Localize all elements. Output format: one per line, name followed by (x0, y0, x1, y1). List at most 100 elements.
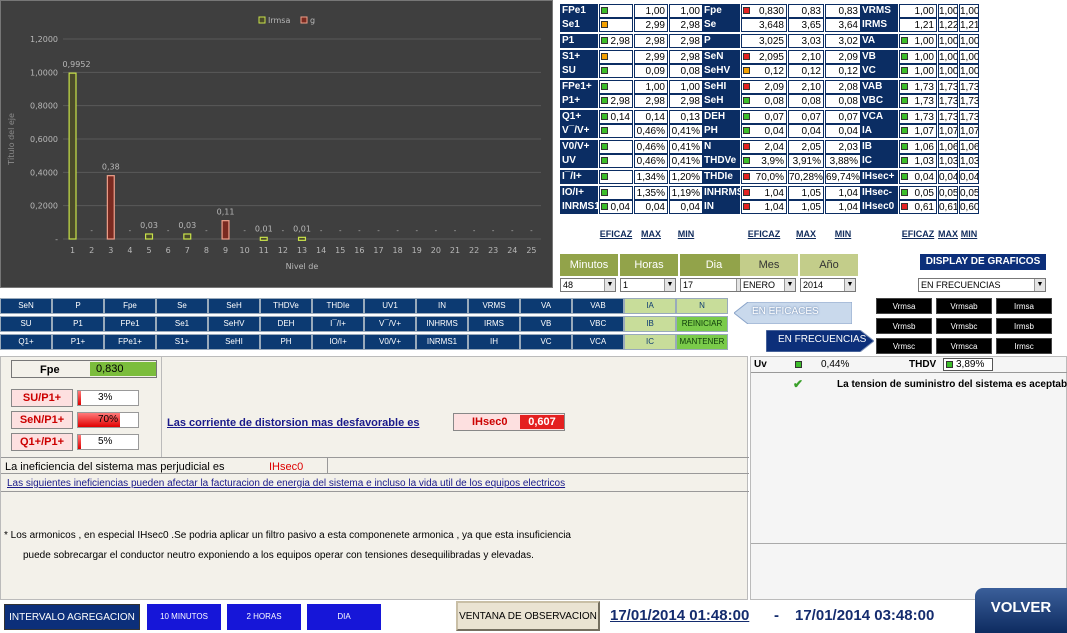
graph-button[interactable]: Vrmsbc (936, 318, 992, 334)
grid-button[interactable]: VA (520, 298, 572, 314)
grid-button[interactable]: Se1 (156, 316, 208, 332)
graph-button[interactable]: Irmsb (996, 318, 1052, 334)
grid-button[interactable]: IB (624, 316, 676, 332)
interval-day-button[interactable]: DIA (307, 604, 381, 630)
time-select[interactable]: 2014 ▼ (800, 278, 856, 292)
grid-button[interactable]: V¯/V+ (364, 316, 416, 332)
meas-value-text: 1,04 (764, 202, 784, 213)
volver-button[interactable]: VOLVER (975, 588, 1067, 633)
graph-button[interactable]: Vrmsca (936, 338, 992, 354)
grid-button[interactable]: IH (468, 334, 520, 350)
grid-button[interactable]: FPe1+ (104, 334, 156, 350)
meas-value-text: 2,04 (764, 142, 784, 153)
data-label: 0,03 (178, 221, 196, 230)
grid-button[interactable]: IC (624, 334, 676, 350)
graph-button[interactable]: Irmsc (996, 338, 1052, 354)
grid-button[interactable]: VC (520, 334, 572, 350)
meas-value: 0,05 (959, 186, 979, 200)
observation-window-button[interactable]: VENTANA DE OBSERVACION (456, 601, 600, 631)
graph-button[interactable]: Irmsa (996, 298, 1052, 314)
meas-value: 2,03 (825, 140, 861, 154)
time-select[interactable]: 48 ▼ (560, 278, 616, 292)
y-tick-label: 0,6000 (30, 135, 58, 144)
grid-button[interactable]: P1 (52, 316, 104, 332)
grid-button[interactable]: SU (0, 316, 52, 332)
grid-button[interactable]: DEH (260, 316, 312, 332)
graph-button[interactable]: Vrmsab (936, 298, 992, 314)
grid-button[interactable]: VRMS (468, 298, 520, 314)
meas-value: 1,06 (899, 140, 937, 154)
graph-button[interactable]: Vrmsa (876, 298, 932, 314)
grid-button[interactable]: THDVe (260, 298, 312, 314)
status-indicator-icon (601, 7, 608, 14)
meas-header: EFICAZ (747, 229, 781, 239)
grid-button[interactable]: REINICIAR (676, 316, 728, 332)
meas-value-text: 0,12 (764, 66, 784, 77)
distortion-text: Las corriente de distorsion mas desfavor… (167, 417, 420, 429)
time-label: Mes (740, 254, 798, 276)
grid-button[interactable]: Fpe (104, 298, 156, 314)
x-tick-label: 6 (166, 246, 171, 255)
meas-value: 0,07 (741, 110, 787, 124)
time-select-value: 1 (623, 280, 629, 290)
chevron-down-icon[interactable]: ▼ (844, 279, 855, 291)
grid-button[interactable]: S1+ (156, 334, 208, 350)
uv-value: 0,44% (821, 359, 850, 370)
meas-value: 0,12 (788, 64, 824, 78)
grid-button[interactable]: P1+ (52, 334, 104, 350)
meas-value: 1,73 (899, 110, 937, 124)
grid-button[interactable]: SeHI (208, 334, 260, 350)
grid-button[interactable]: INHRMS (416, 316, 468, 332)
meas-label: P1 (560, 34, 598, 48)
chevron-down-icon[interactable]: ▼ (604, 279, 615, 291)
chevron-down-icon[interactable]: ▼ (784, 279, 795, 291)
grid-button[interactable]: FPe1 (104, 316, 156, 332)
status-indicator-icon (601, 173, 608, 180)
grid-button[interactable]: VB (520, 316, 572, 332)
meas-value: 0,04 (899, 170, 937, 184)
meas-value: 1,73 (899, 80, 937, 94)
x-tick-label: 15 (335, 246, 345, 255)
chevron-down-icon[interactable]: ▼ (1034, 279, 1045, 291)
grid-button[interactable]: INRMS1 (416, 334, 468, 350)
grid-button[interactable]: IO/I+ (312, 334, 364, 350)
meas-label: SeHV (702, 64, 740, 78)
grid-button[interactable]: SeHV (208, 316, 260, 332)
grid-button[interactable]: VCA (572, 334, 624, 350)
grid-button[interactable]: UV1 (364, 298, 416, 314)
interval-10min-button[interactable]: 10 MINUTOS (147, 604, 221, 630)
meas-value: 1,00 (899, 34, 937, 48)
grid-button[interactable]: PH (260, 334, 312, 350)
grid-button[interactable]: THDIe (312, 298, 364, 314)
grid-button[interactable]: Q1+ (0, 334, 52, 350)
time-select[interactable]: 17▼ (680, 278, 748, 292)
meas-value: 0,41% (669, 124, 703, 138)
zero-marker: - (282, 227, 285, 235)
meas-label: Se (702, 18, 740, 32)
graph-button[interactable]: Vrmsb (876, 318, 932, 334)
grid-button[interactable]: P (52, 298, 104, 314)
ratio-label: SeN/P1+ (11, 411, 73, 429)
grid-button[interactable]: I¯/I+ (312, 316, 364, 332)
grid-button[interactable]: SeH (208, 298, 260, 314)
grid-button[interactable]: IA (624, 298, 676, 314)
grid-button[interactable]: N (676, 298, 728, 314)
time-label: Horas (620, 254, 678, 276)
grid-button[interactable]: IRMS (468, 316, 520, 332)
status-indicator-icon (901, 143, 908, 150)
time-select[interactable]: 1 ▼ (620, 278, 676, 292)
chevron-down-icon[interactable]: ▼ (664, 279, 675, 291)
graph-button[interactable]: Vrmsc (876, 338, 932, 354)
meas-label: IN (702, 200, 740, 214)
grid-button[interactable]: VBC (572, 316, 624, 332)
grid-button[interactable]: SeN (0, 298, 52, 314)
time-select[interactable]: ENERO ▼ (740, 278, 796, 292)
grid-button[interactable]: VAB (572, 298, 624, 314)
grid-button[interactable]: Se (156, 298, 208, 314)
inefficiency-text: La ineficiencia del sistema mas perjudic… (5, 461, 225, 473)
grid-button[interactable]: MANTENER (676, 334, 728, 350)
interval-2h-button[interactable]: 2 HORAS (227, 604, 301, 630)
display-select[interactable]: EN FRECUENCIAS ▼ (918, 278, 1046, 292)
grid-button[interactable]: IN (416, 298, 468, 314)
grid-button[interactable]: V0/V+ (364, 334, 416, 350)
